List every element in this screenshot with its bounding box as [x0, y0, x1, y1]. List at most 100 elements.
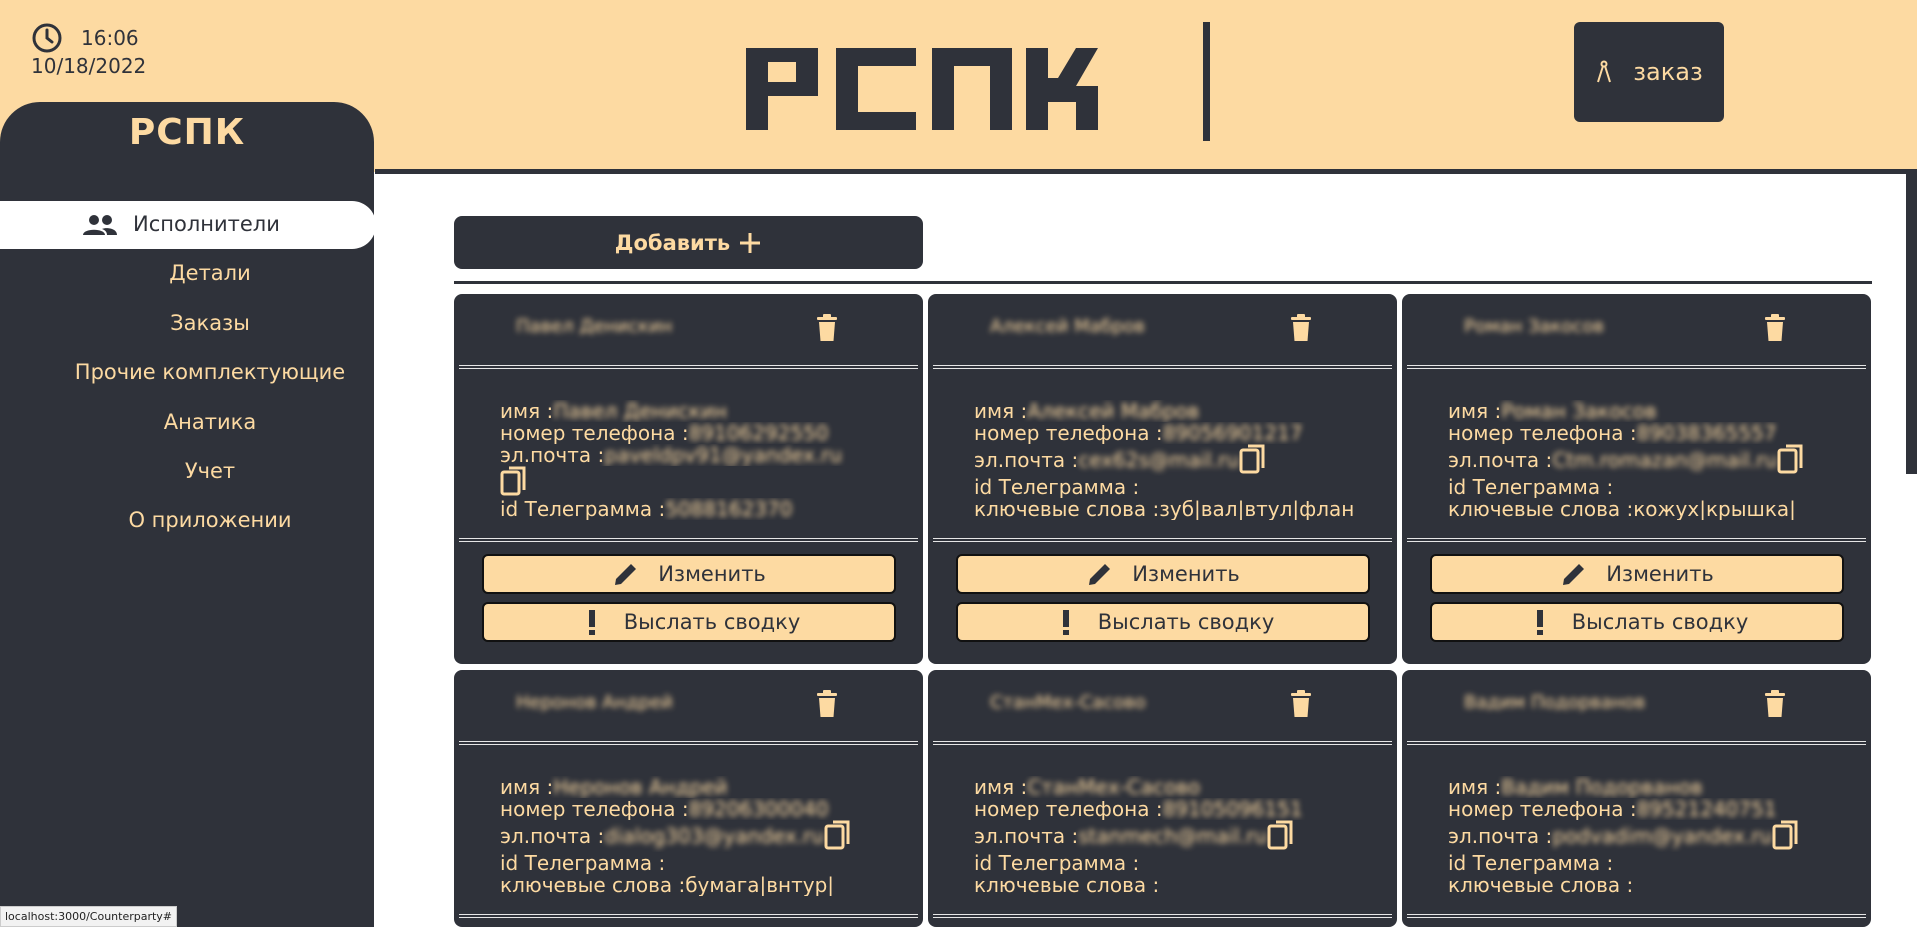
keywords-value: бумага|внтур|: [685, 874, 835, 896]
copy-icon[interactable]: [824, 820, 852, 852]
telegram-label: id Телеграмма :: [974, 852, 1140, 874]
name-label: имя :: [974, 776, 1028, 798]
edit-button[interactable]: Изменить: [1430, 554, 1844, 594]
app-logo: [746, 48, 1098, 130]
send-summary-button[interactable]: Выслать сводку: [1430, 602, 1844, 642]
send-summary-button[interactable]: Выслать сводку: [956, 602, 1370, 642]
add-button[interactable]: Добавить: [454, 216, 923, 269]
add-button-label: Добавить: [614, 230, 731, 255]
edit-button-label: Изменить: [658, 562, 766, 586]
edit-button-label: Изменить: [1132, 562, 1240, 586]
exclamation-icon: [588, 610, 595, 635]
edit-button[interactable]: Изменить: [956, 554, 1370, 594]
trash-icon[interactable]: [1764, 314, 1786, 342]
email-value: cex62s@mail.ru: [1078, 448, 1240, 472]
email-value: podvadim@yandex.ru: [1552, 824, 1773, 848]
people-icon: [83, 215, 117, 235]
card-info: имя : Роман Закосов номер телефона : 890…: [1448, 400, 1863, 520]
exclamation-icon: [1536, 610, 1543, 635]
email-label: эл.почта :: [1448, 824, 1553, 848]
phone-label: номер телефона :: [1448, 422, 1637, 444]
phone-value: 89206300040: [688, 798, 829, 820]
sidebar-item-about[interactable]: О приложении: [0, 508, 420, 532]
executor-card: СтанМех-Сасово имя : СтанМех-Сасово номе…: [928, 670, 1397, 927]
phone-label: номер телефона :: [974, 798, 1163, 820]
keywords-label: ключевые слова :: [500, 874, 686, 896]
email-label: эл.почта :: [974, 824, 1079, 848]
header-divider: [375, 169, 1917, 174]
keywords-label: ключевые слова :: [974, 498, 1160, 520]
clock-date: 10/18/2022: [31, 54, 147, 78]
card-separator: [459, 365, 918, 369]
keywords-value: кожух|крышка|: [1633, 498, 1796, 520]
pencil-icon: [615, 564, 637, 585]
status-url: localhost:3000/Counterparty#: [0, 906, 178, 927]
name-label: имя :: [500, 400, 554, 422]
executor-card: Павел Денискин имя : Павел Денискин номе…: [454, 294, 923, 664]
sidebar-item-label: Исполнители: [133, 212, 280, 236]
send-summary-label: Выслать сводку: [1571, 610, 1749, 634]
card-separator: [459, 741, 918, 745]
compass-icon: [1597, 60, 1612, 83]
telegram-label: id Телеграмма :: [1448, 476, 1614, 498]
card-separator: [459, 538, 918, 542]
sidebar-item-details[interactable]: Детали: [0, 261, 420, 285]
card-separator: [1407, 914, 1866, 918]
telegram-label: id Телеграмма :: [500, 852, 666, 874]
sidebar-item-other-components[interactable]: Прочие комплектующие: [0, 360, 420, 384]
card-separator: [1407, 538, 1866, 542]
card-title: Неронов Андрей: [516, 692, 673, 713]
name-label: имя :: [500, 776, 554, 798]
email-value: stanmech@mail.ru: [1078, 824, 1268, 848]
name-label: имя :: [1448, 400, 1502, 422]
sidebar-item-accounting[interactable]: Учет: [0, 459, 420, 483]
order-button[interactable]: заказ: [1574, 22, 1724, 122]
copy-icon[interactable]: [1239, 444, 1267, 476]
trash-icon[interactable]: [1290, 314, 1312, 342]
telegram-label: id Телеграмма :: [1448, 852, 1614, 874]
executor-card: Неронов Андрей имя : Неронов Андрей номе…: [454, 670, 923, 927]
card-separator: [933, 538, 1392, 542]
sidebar-item-analytics[interactable]: Анатика: [0, 410, 420, 434]
phone-label: номер телефона :: [500, 422, 689, 444]
trash-icon[interactable]: [1764, 690, 1786, 718]
card-info: имя : Павел Денискин номер телефона : 89…: [500, 400, 915, 520]
email-label: эл.почта :: [500, 824, 605, 848]
clock-icon: [31, 22, 63, 54]
scrollbar[interactable]: [1906, 174, 1917, 474]
sidebar-item-orders[interactable]: Заказы: [0, 311, 420, 335]
name-value: Павел Денискин: [553, 400, 727, 422]
email-label: эл.почта :: [500, 444, 605, 466]
card-title: Роман Закосов: [1464, 316, 1604, 337]
card-title: Павел Денискин: [516, 316, 673, 337]
name-value: СтанМех-Сасово: [1027, 776, 1201, 798]
phone-label: номер телефона :: [974, 422, 1163, 444]
phone-value: 89038365557: [1636, 422, 1777, 444]
copy-icon[interactable]: [1777, 444, 1805, 476]
edit-button[interactable]: Изменить: [482, 554, 896, 594]
card-separator: [933, 914, 1392, 918]
phone-value: 89105096151: [1162, 798, 1303, 820]
copy-icon[interactable]: [1267, 820, 1295, 852]
trash-icon[interactable]: [816, 314, 838, 342]
clock-time: 16:06: [81, 26, 139, 50]
sidebar-item-executors[interactable]: Исполнители: [0, 201, 376, 249]
phone-value: 89056901217: [1162, 422, 1303, 444]
send-summary-button[interactable]: Выслать сводку: [482, 602, 896, 642]
card-separator: [933, 741, 1392, 745]
keywords-label: ключевые слова :: [974, 874, 1160, 896]
keywords-label: ключевые слова :: [1448, 874, 1634, 896]
plus-icon: [740, 232, 761, 253]
exclamation-icon: [1062, 610, 1069, 635]
email-value: Ctm.romazan@mail.ru: [1552, 448, 1778, 472]
email-value: paveldpv91@yandex.ru: [604, 444, 843, 466]
trash-icon[interactable]: [1290, 690, 1312, 718]
name-value: Вадим Подорванов: [1501, 776, 1703, 798]
keywords-label: ключевые слова :: [1448, 498, 1634, 520]
copy-icon[interactable]: [500, 466, 528, 498]
pencil-icon: [1563, 564, 1585, 585]
phone-value: 89106292550: [688, 422, 829, 444]
trash-icon[interactable]: [816, 690, 838, 718]
executor-card: Алексей Мабров имя : Алексей Мабров номе…: [928, 294, 1397, 664]
copy-icon[interactable]: [1772, 820, 1800, 852]
